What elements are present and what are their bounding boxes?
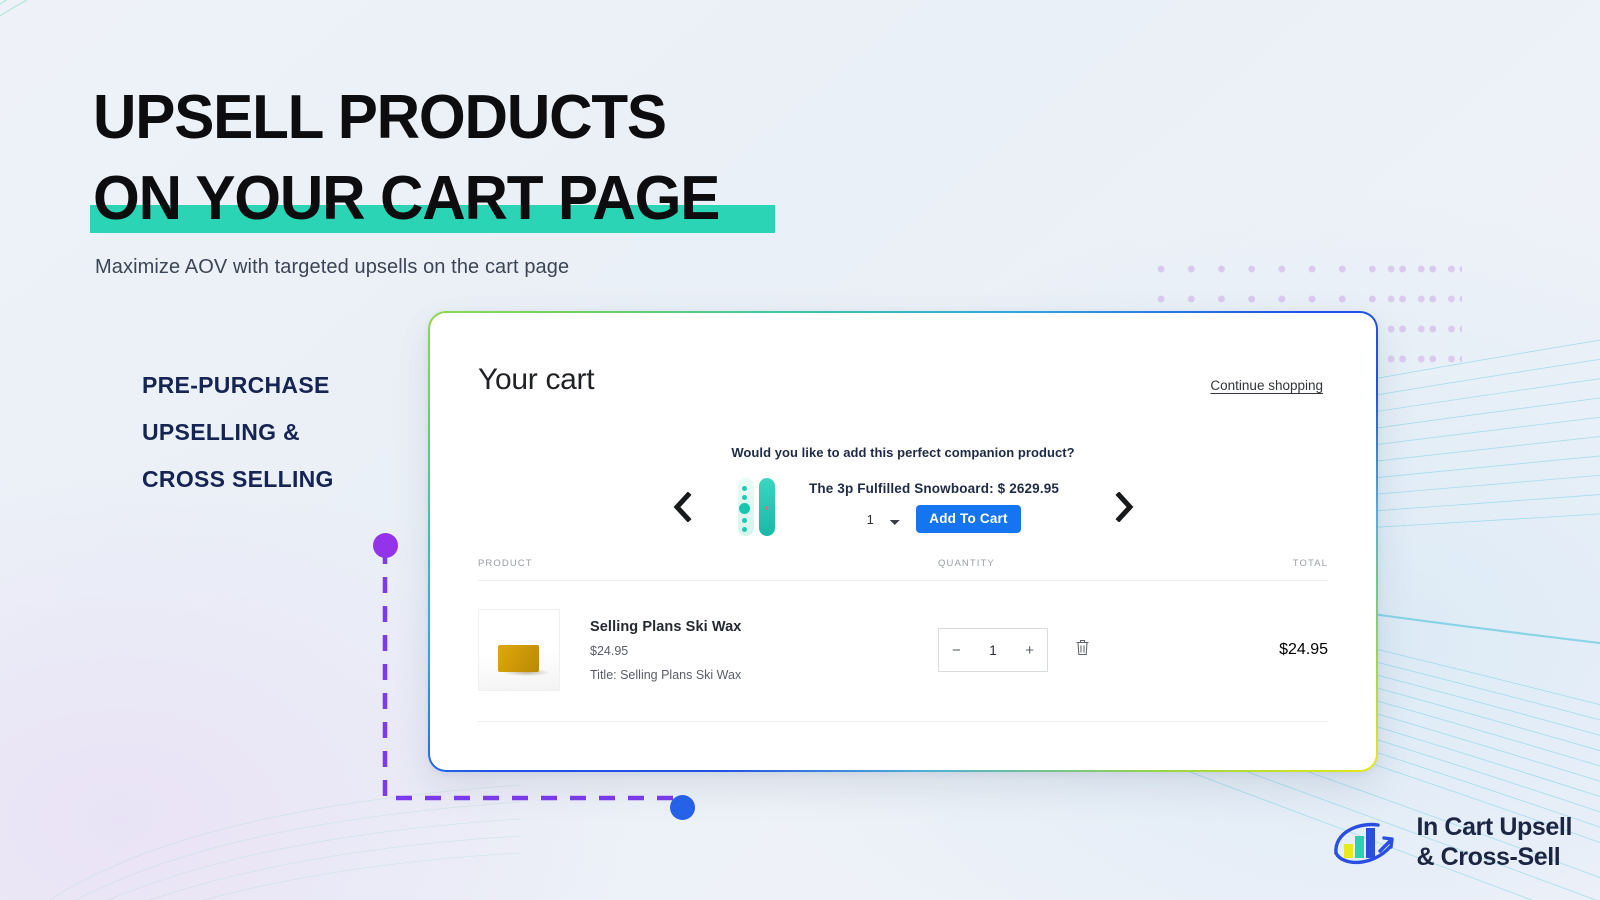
bar-chart-arrow-icon [1334,822,1395,864]
quantity-decrease-button[interactable]: − [952,643,961,658]
table-header-row: PRODUCT QUANTITY TOTAL [478,558,1328,581]
ski-wax-block [498,645,539,672]
quantity-increase-button[interactable]: + [1025,643,1034,658]
chevron-right-icon[interactable] [1101,492,1147,522]
cart-card: Your cart Continue shopping Would you li… [430,313,1376,770]
feature-label: PRE-PURCHASE UPSELLING & CROSS SELLING [142,362,442,503]
poster-canvas: UPSELL PRODUCTS ON YOUR CART PAGE Maximi… [0,0,1600,900]
upsell-details: The 3p Fulfilled Snowboard: $ 2629.95 12… [809,481,1059,533]
trash-icon[interactable] [1075,639,1090,661]
hero-headline-block: UPSELL PRODUCTS ON YOUR CART PAGE [93,80,893,238]
product-variant: Title: Selling Plans Ski Wax [590,667,742,682]
brand-logo: In Cart Upsell & Cross-Sell [1328,813,1572,872]
quantity-stepper[interactable]: − 1 + [938,628,1048,672]
upsell-quantity-select[interactable]: 12345 [847,509,906,529]
brand-name-line2: & Cross-Sell [1416,842,1561,871]
feature-label-line1: PRE-PURCHASE [142,372,330,398]
upsell-product-label: The 3p Fulfilled Snowboard: $ 2629.95 [808,481,1060,496]
cart-line-items-table: PRODUCT QUANTITY TOTAL Selling Plans Ski… [478,558,1328,722]
connector-dot-end [670,795,695,820]
upsell-prompt-text: Would you like to add this perfect compa… [731,445,1075,460]
product-price: $24.95 [590,643,629,658]
product-cell: Selling Plans Ski Wax $24.95 Title: Sell… [478,609,938,691]
brand-name: In Cart Upsell & Cross-Sell [1416,813,1572,872]
page-title-line1: UPSELL PRODUCTS [93,83,667,152]
connector-dot-start [373,533,398,558]
add-to-cart-button[interactable]: Add To Cart [916,505,1021,533]
chevron-left-icon[interactable] [659,492,705,522]
feature-label-line3: CROSS SELLING [142,466,334,492]
quantity-value[interactable]: 1 [989,643,997,658]
product-name[interactable]: Selling Plans Ski Wax [590,619,741,635]
column-header-quantity: QUANTITY [938,558,995,569]
upsell-product-image [737,478,777,536]
brand-name-line1: In Cart Upsell [1416,813,1572,841]
table-row: Selling Plans Ski Wax $24.95 Title: Sell… [478,581,1328,722]
column-header-total: TOTAL [1292,558,1328,569]
hero-subheadline: Maximize AOV with targeted upsells on th… [95,256,570,278]
product-thumbnail [478,609,560,691]
product-text: Selling Plans Ski Wax $24.95 Title: Sell… [590,619,741,682]
board-accent-dot [764,506,769,510]
cart-card-frame: Your cart Continue shopping Would you li… [428,311,1378,772]
line-item-total: $24.95 [1279,641,1328,658]
continue-shopping-link[interactable]: Continue shopping [1210,378,1323,393]
cart-page-title: Your cart [478,363,595,396]
upsell-carousel: The 3p Fulfilled Snowboard: $ 2629.95 12… [480,471,1326,543]
page-title-line2: ON YOUR CART PAGE [93,163,720,233]
feature-label-line2: UPSELLING & [142,419,300,445]
upsell-controls: 12345 Add To Cart [809,505,1059,533]
quantity-cell: − 1 + [938,628,1238,672]
purple-dot-grid-decoration-right [1374,250,1470,372]
column-header-product: PRODUCT [478,558,533,569]
